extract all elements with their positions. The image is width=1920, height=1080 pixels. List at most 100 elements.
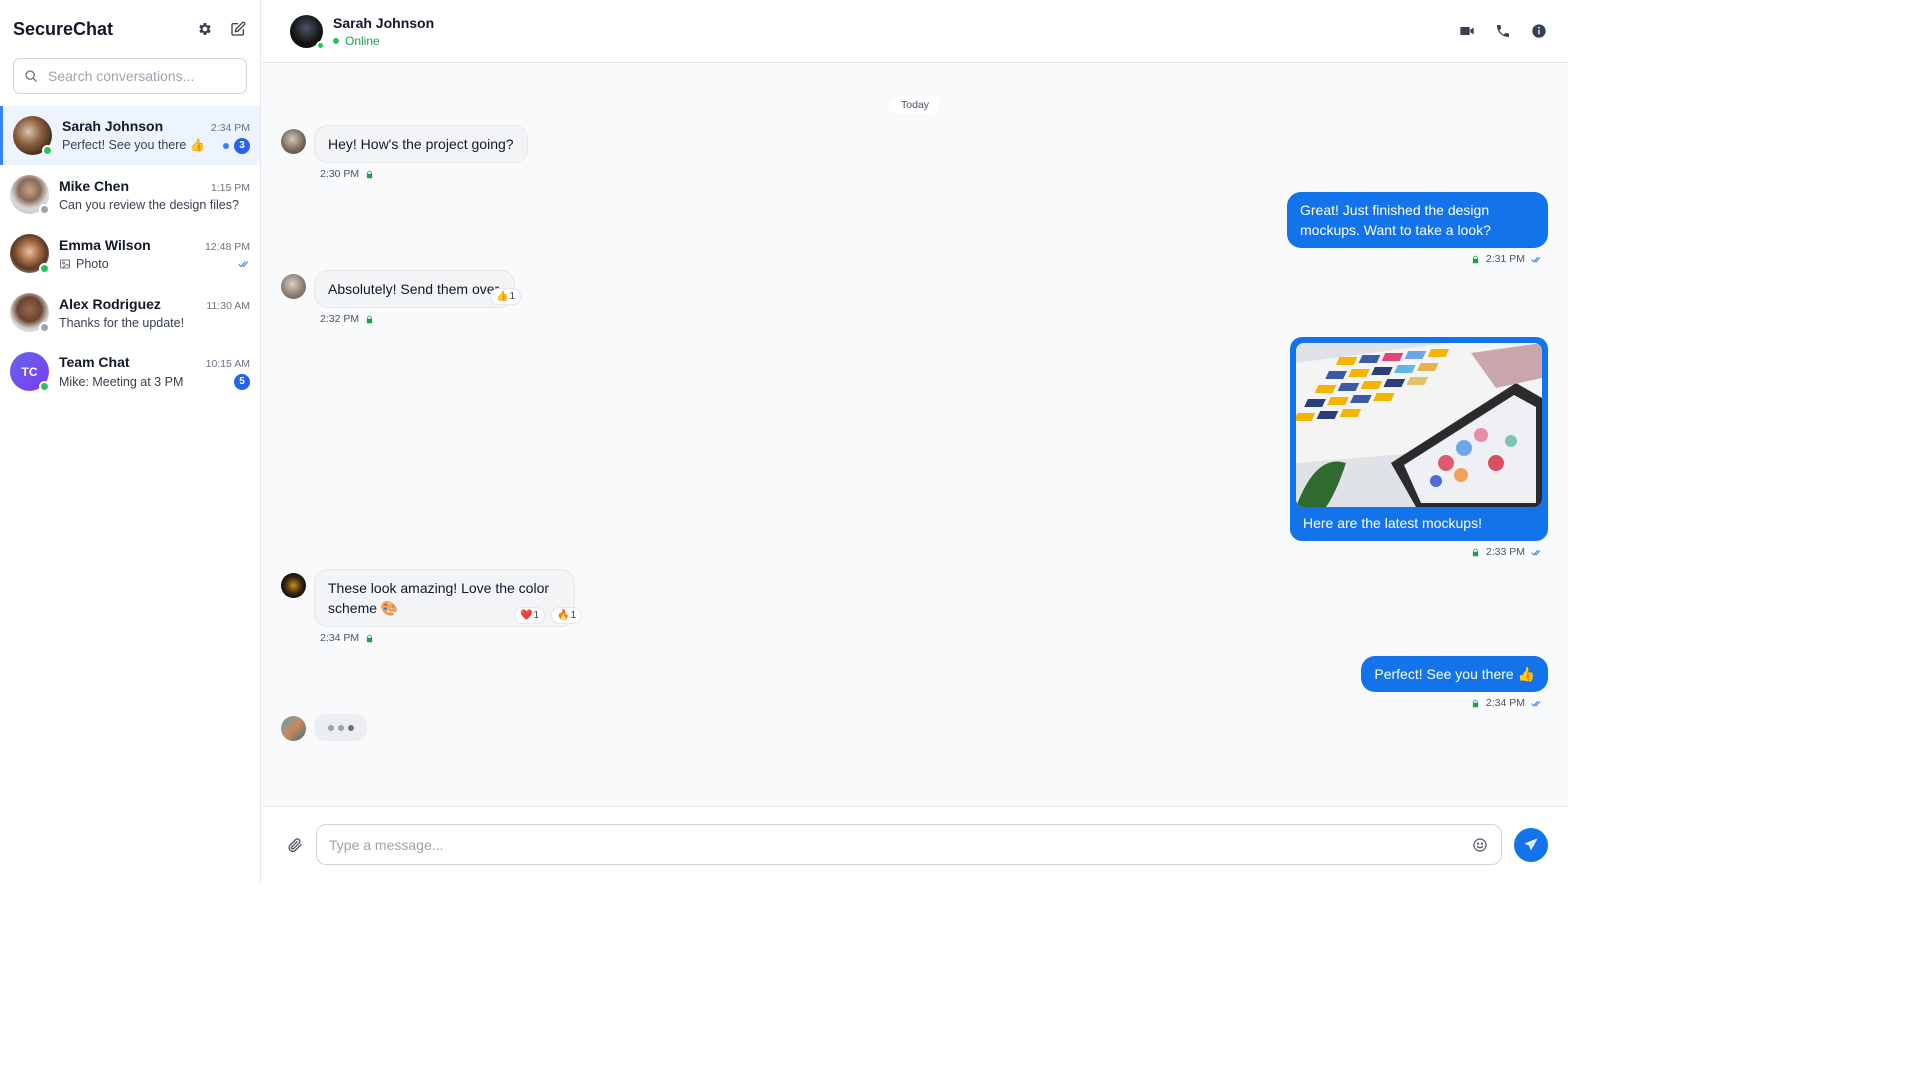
message-meta: 2:30 PM (314, 168, 528, 180)
message-time: 2:34 PM (320, 632, 360, 644)
lock-icon (1472, 699, 1479, 707)
reaction-list: ❤️ 1 🔥 1 (514, 607, 583, 624)
sidebar-header: SecureChat (0, 0, 260, 58)
typing-dot (327, 724, 334, 731)
message-list: Today Hey! How's the project going? 2:30… (261, 63, 1568, 806)
image-bubble[interactable]: Here are the latest mockups! (1290, 337, 1548, 541)
online-dot (333, 37, 339, 44)
sender-avatar (281, 716, 306, 741)
sidebar-actions (195, 20, 247, 39)
message-time: 2:32 PM (320, 313, 360, 325)
lock-icon (366, 170, 373, 178)
voice-call-button[interactable] (1493, 22, 1512, 41)
conversation-name: Emma Wilson (59, 236, 151, 253)
message-time: 2:34 PM (1485, 697, 1525, 709)
online-status-dot (316, 40, 325, 50)
conversation-time: 1:15 PM (210, 181, 250, 194)
emoji-button[interactable] (1470, 835, 1489, 854)
message-input-box (316, 824, 1502, 865)
reaction-count: 1 (570, 610, 577, 621)
smiley-icon (1472, 837, 1487, 852)
conversation-body: Mike Chen 1:15 PM Can you review the des… (59, 178, 250, 212)
typing-dot (337, 724, 344, 731)
conversation-item-team-chat[interactable]: TC Team Chat 10:15 AM Mike: Meeting at 3… (0, 342, 260, 401)
sender-avatar (281, 274, 306, 299)
reaction-thumbs-up[interactable]: 👍 1 (490, 288, 522, 305)
avatar (10, 293, 50, 333)
photo-label: Photo (76, 256, 109, 271)
chat-contact[interactable]: Sarah Johnson Online (290, 14, 435, 50)
typing-dot (347, 724, 354, 731)
app-title: SecureChat (13, 18, 114, 39)
avatar (13, 116, 53, 156)
conversation-body: Emma Wilson 12:48 PM Photo (59, 237, 250, 271)
settings-button[interactable] (195, 20, 214, 39)
video-camera-icon (1459, 27, 1474, 35)
double-check-icon (1531, 549, 1541, 556)
lock-icon (366, 634, 373, 642)
message-bubble[interactable]: Absolutely! Send them over (314, 270, 515, 308)
message-bubble[interactable]: Hey! How's the project going? (314, 125, 528, 163)
contact-status: Online (333, 34, 434, 48)
compose-icon (230, 21, 245, 36)
reaction-heart[interactable]: ❤️ 1 (514, 607, 546, 624)
message-meta: 2:33 PM (1471, 546, 1548, 558)
conversation-item-sarah-johnson[interactable]: Sarah Johnson 2:34 PM Perfect! See you t… (0, 106, 260, 165)
conversation-body: Team Chat 10:15 AM Mike: Meeting at 3 PM… (59, 354, 250, 390)
offline-status-dot (39, 322, 50, 333)
message-meta: 2:34 PM (314, 632, 575, 644)
send-button[interactable] (1514, 827, 1548, 862)
contact-status-label: Online (345, 33, 380, 48)
conversation-preview: Mike: Meeting at 3 PM (59, 374, 184, 389)
conversation-body: Alex Rodriguez 11:30 AM Thanks for the u… (59, 296, 250, 330)
message-input[interactable] (329, 836, 1470, 853)
chat-panel: Sarah Johnson Online Today Hey! How's th… (261, 0, 1568, 882)
conversation-item-mike-chen[interactable]: Mike Chen 1:15 PM Can you review the des… (0, 165, 260, 224)
conversation-time: 12:48 PM (205, 240, 250, 253)
online-status-dot (42, 145, 53, 156)
unread-dot (223, 142, 229, 149)
outgoing-image-message: Here are the latest mockups! 2:33 PM (1290, 337, 1548, 558)
double-check-icon (238, 260, 249, 267)
mockup-image-art (1296, 343, 1542, 507)
conversation-item-alex-rodriguez[interactable]: Alex Rodriguez 11:30 AM Thanks for the u… (0, 283, 260, 342)
message-bubble[interactable]: Great! Just finished the design mockups.… (1287, 192, 1548, 248)
online-status-dot (39, 381, 50, 392)
sender-avatar (281, 573, 306, 598)
new-chat-button[interactable] (228, 20, 247, 39)
video-call-button[interactable] (1457, 22, 1476, 41)
conversation-item-emma-wilson[interactable]: Emma Wilson 12:48 PM Photo (0, 224, 260, 283)
info-button[interactable] (1529, 22, 1548, 41)
reaction-fire[interactable]: 🔥 1 (551, 607, 583, 624)
conversation-name: Mike Chen (59, 177, 130, 194)
unread-indicator: 3 (223, 137, 250, 154)
mockup-image[interactable] (1296, 343, 1542, 507)
info-icon (1531, 24, 1546, 38)
double-check-icon (1531, 700, 1541, 707)
incoming-message: Hey! How's the project going? 2:30 PM (281, 125, 528, 180)
incoming-message: Absolutely! Send them over 👍 1 2:32 PM (281, 270, 522, 325)
conversation-preview: Perfect! See you there 👍 (62, 138, 206, 152)
message-bubble[interactable]: Perfect! See you there 👍 (1361, 656, 1548, 692)
conversation-name: Sarah Johnson (62, 117, 164, 134)
sidebar: SecureChat Search conversations... Sarah… (0, 0, 261, 882)
paperclip-icon (287, 837, 302, 852)
avatar (290, 14, 325, 50)
message-time: 2:31 PM (1485, 253, 1525, 265)
typing-indicator (314, 714, 367, 741)
conversation-time: 2:34 PM (210, 121, 250, 134)
outgoing-message: Perfect! See you there 👍 2:34 PM (1361, 656, 1548, 709)
search-input[interactable] (48, 68, 236, 84)
search-icon (25, 70, 37, 82)
photo-icon (60, 259, 70, 268)
online-status-dot (39, 263, 50, 274)
conversation-preview: Photo (59, 257, 109, 271)
reaction-count: 1 (533, 610, 540, 621)
incoming-message: These look amazing! Love the color schem… (281, 569, 583, 644)
conversation-time: 11:30 AM (206, 299, 250, 312)
attach-button[interactable] (285, 835, 304, 854)
outgoing-message: Great! Just finished the design mockups.… (1287, 192, 1548, 265)
message-meta: 2:34 PM (1471, 697, 1548, 709)
lock-icon (1472, 548, 1479, 556)
contact-name: Sarah Johnson (333, 14, 435, 31)
